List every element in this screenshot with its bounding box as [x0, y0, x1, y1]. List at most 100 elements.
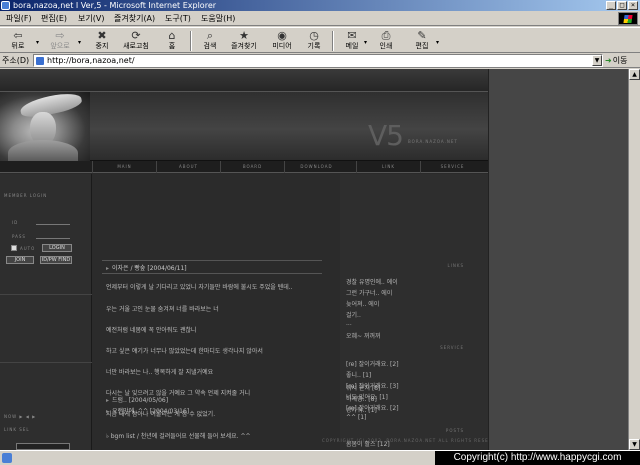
edit-icon: ✎	[417, 29, 427, 42]
nav-service[interactable]: SERVICE	[420, 161, 484, 173]
recent-post-item[interactable]: ▸ 오랜만에..^^ [2004/03/16]	[106, 406, 189, 415]
standard-toolbar: ⇦ 뒤로 ▾ ⇨ 앞으로 ▾ ✖ 중지 ⟳ 새로고침 ⌂ 홈 ⌕ 검색 ★ 즐겨…	[0, 27, 640, 53]
join-button[interactable]: JOIN	[6, 256, 34, 264]
vertical-scrollbar[interactable]: ▲ ▼	[628, 69, 640, 450]
minimize-button[interactable]: _	[606, 1, 616, 10]
bullet-icon: ▸	[106, 265, 110, 272]
address-input[interactable]: http://bora,nazoa,net/ ▼	[33, 54, 603, 67]
star-icon: ★	[239, 29, 249, 42]
post-line: 우는 거울 고인 눈물 숨겨져 너를 바라보는 너	[106, 306, 219, 313]
side-link-item[interactable]: 경찰 유명인에.. 에이	[346, 277, 398, 286]
side-link-item[interactable]: 늦어져.. 에이	[346, 299, 379, 308]
forward-button[interactable]: ⇨ 앞으로	[44, 29, 76, 53]
divider	[0, 294, 92, 295]
page-right-gutter	[488, 69, 628, 450]
menu-view[interactable]: 보기(V)	[78, 12, 104, 25]
history-icon: ◷	[309, 29, 319, 42]
header-model-photo	[0, 89, 90, 166]
stop-button[interactable]: ✖ 중지	[86, 29, 118, 53]
post-line: 너만 바라보는 나.. 행복하게 잘 지낼거예요	[106, 369, 214, 376]
home-button[interactable]: ⌂ 홈	[156, 29, 188, 53]
side-link-item[interactable]: 그런 가구너.. 에이	[346, 288, 392, 297]
search-button[interactable]: ⌕ 검색	[194, 29, 226, 53]
menu-file[interactable]: 파일(F)	[6, 12, 32, 25]
history-label: 기록	[307, 42, 321, 50]
post-title-text: 이자은 / 빵숲 [2004/06/11]	[112, 265, 187, 272]
toolbar-separator	[190, 31, 192, 51]
login-button[interactable]: LOGIN	[42, 244, 72, 252]
menu-favorites[interactable]: 즐겨찾기(A)	[114, 12, 155, 25]
scroll-down-icon[interactable]: ▼	[629, 439, 640, 450]
close-button[interactable]: ×	[628, 1, 638, 10]
recent-post-item[interactable]: ▸ 드럼.. [2004/05/06]	[106, 395, 168, 404]
go-button[interactable]: 이동	[605, 54, 638, 67]
side-link-item[interactable]: ...	[346, 320, 352, 327]
address-dropdown-icon[interactable]: ▼	[592, 55, 602, 66]
print-button[interactable]: ⎙ 인쇄	[370, 29, 402, 53]
address-label: 주소(D)	[2, 56, 30, 65]
auto-login-checkbox[interactable]	[11, 245, 17, 251]
side-post-item[interactable]: 하세명.. [8]	[346, 394, 377, 403]
password-label: PASS	[12, 234, 26, 239]
nav-about[interactable]: ABOUT	[156, 161, 220, 173]
side-service-item[interactable]: ^^ [1]	[346, 414, 366, 421]
nav-link[interactable]: LINK	[356, 161, 420, 173]
post-line: 하고 싶은 얘기가 너무나 많았었는데 한마디도 생각나지 않아서	[106, 348, 263, 355]
site-logo-subtitle: BORA.NAZOA.NET	[408, 139, 458, 144]
refresh-button[interactable]: ⟳ 새로고침	[120, 29, 152, 53]
counter-label: NOW ▶ ◀ ▶	[4, 414, 37, 419]
side-post-item[interactable]: 뭐서 근처 [8]	[346, 383, 380, 392]
side-post-item[interactable]: 방가워.. [1]	[346, 405, 377, 414]
address-url[interactable]: http://bora,nazoa,net/	[47, 55, 135, 66]
site-top-strip	[0, 69, 488, 91]
site-logo[interactable]: V5	[368, 119, 404, 152]
id-input[interactable]	[36, 224, 70, 225]
side-link-item[interactable]: 오혜~ 꺼꺼꺼	[346, 331, 381, 340]
favorites-button[interactable]: ★ 즐겨찾기	[228, 29, 260, 53]
post-line: 예전처럼 네몸에 꼭 안아줘도 괜찮니	[106, 327, 197, 334]
forward-dropdown-icon[interactable]: ▾	[78, 39, 81, 46]
nav-board[interactable]: BOARD	[220, 161, 284, 173]
nav-download[interactable]: DOWNLOAD	[284, 161, 348, 173]
favorites-label: 즐겨찾기	[231, 42, 257, 50]
media-label: 미디어	[272, 42, 292, 50]
edit-button[interactable]: ✎ 편집	[406, 29, 438, 53]
side-heading-service: SERVICE	[440, 345, 464, 350]
edit-dropdown-icon[interactable]: ▾	[436, 39, 439, 46]
site-copyright: COPYRIGHT (C) 2003, BORA.NAZOA.NET ALL R…	[322, 438, 504, 443]
side-service-item[interactable]: 좋니.. [1]	[346, 370, 371, 379]
menu-tools[interactable]: 도구(T)	[165, 12, 191, 25]
site-nav: MAIN ABOUT BOARD DOWNLOAD LINK SERVICE	[0, 161, 488, 173]
media-button[interactable]: ◉ 미디어	[266, 29, 298, 53]
address-bar: 주소(D) http://bora,nazoa,net/ ▼ 이동	[0, 53, 640, 68]
maximize-button[interactable]: □	[617, 1, 627, 10]
mail-icon: ✉	[347, 29, 357, 42]
forward-arrow-icon: ⇨	[55, 29, 65, 42]
print-label: 인쇄	[379, 42, 393, 50]
back-button[interactable]: ⇦ 뒤로	[2, 29, 34, 53]
refresh-label: 새로고침	[123, 42, 149, 50]
site-layout: V5 BORA.NAZOA.NET MAIN ABOUT BOARD DOWNL…	[0, 69, 503, 450]
post-title[interactable]: ▸ 이자은 / 빵숲 [2004/06/11]	[106, 263, 187, 272]
home-label: 홈	[168, 42, 176, 50]
history-button[interactable]: ◷ 기록	[298, 29, 330, 53]
menu-help[interactable]: 도움말(H)	[201, 12, 235, 25]
menu-edit[interactable]: 편집(E)	[41, 12, 67, 25]
side-service-item[interactable]: [re] 잘이거래요. [2]	[346, 359, 399, 368]
divider	[0, 362, 92, 363]
stop-icon: ✖	[97, 29, 107, 42]
side-link-item[interactable]: 걸기..	[346, 310, 361, 319]
home-icon: ⌂	[168, 29, 176, 42]
scroll-up-icon[interactable]: ▲	[629, 69, 640, 80]
id-label: ID	[12, 220, 19, 225]
back-arrow-icon: ⇦	[13, 29, 23, 42]
back-dropdown-icon[interactable]: ▾	[36, 39, 39, 46]
mail-dropdown-icon[interactable]: ▾	[364, 39, 367, 46]
password-input[interactable]	[36, 238, 70, 239]
find-account-button[interactable]: ID/PW FIND	[40, 256, 72, 264]
menu-bar: 파일(F) 편집(E) 보기(V) 즐겨찾기(A) 도구(T) 도움말(H)	[0, 11, 640, 26]
left-sidebar: MEMBER LOGIN ID PASS AUTO LOGIN JOIN ID/…	[0, 174, 92, 450]
nav-main[interactable]: MAIN	[92, 161, 156, 173]
back-label: 뒤로	[11, 42, 25, 50]
link-select[interactable]	[16, 443, 70, 450]
